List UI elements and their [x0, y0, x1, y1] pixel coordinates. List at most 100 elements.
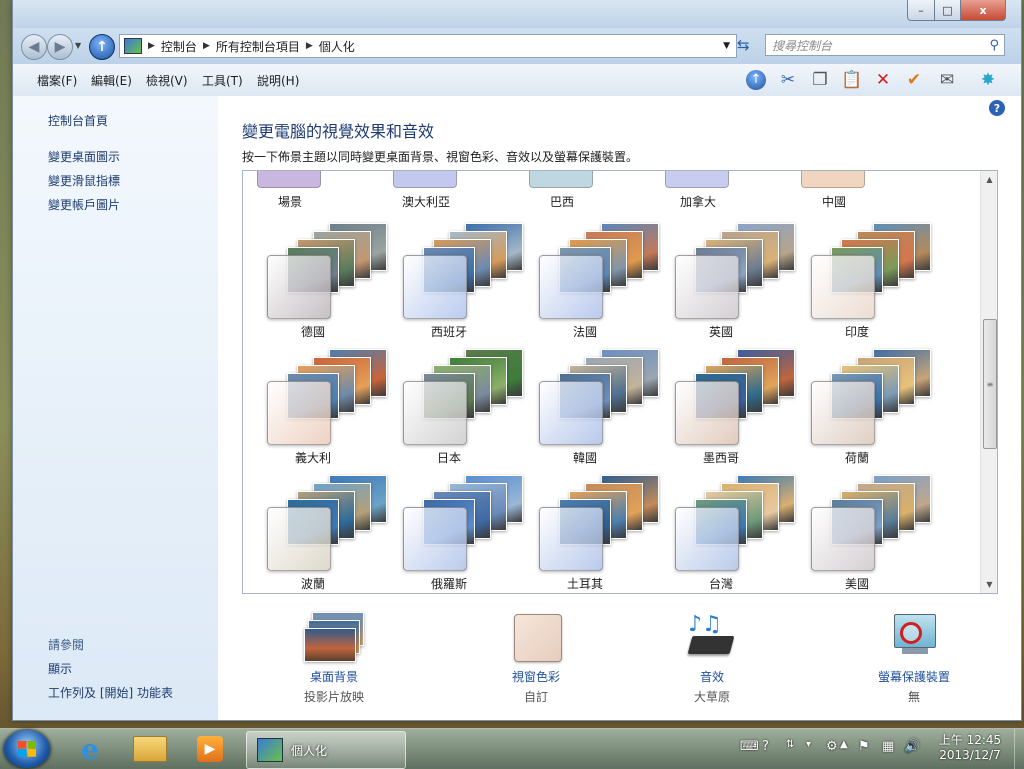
theme-item[interactable]: 中國: [799, 171, 919, 211]
vertical-scrollbar[interactable]: ▲ ≡ ▼: [980, 171, 997, 593]
paste-icon[interactable]: 📋: [839, 68, 865, 92]
taskbar-personalization-window[interactable]: 個人化: [246, 731, 406, 769]
theme-thumbnail[interactable]: [801, 171, 865, 188]
breadcrumb-all-items[interactable]: 所有控制台項目: [216, 38, 300, 55]
theme-thumbnail[interactable]: [811, 345, 931, 445]
theme-thumbnail[interactable]: [675, 345, 795, 445]
menu-tools[interactable]: 工具(T): [202, 72, 243, 89]
search-input[interactable]: 搜尋控制台 ⚲: [765, 34, 1005, 56]
refresh-icon[interactable]: ⇆: [737, 36, 750, 54]
theme-thumbnail[interactable]: [403, 345, 523, 445]
scroll-down-icon[interactable]: ▼: [981, 576, 997, 593]
forward-button[interactable]: ▶: [47, 34, 73, 60]
theme-item[interactable]: 德國: [255, 215, 387, 339]
search-icon[interactable]: ⚲: [989, 38, 999, 53]
theme-thumbnail[interactable]: [267, 219, 387, 319]
theme-item[interactable]: 韓國: [527, 341, 659, 465]
maximize-button[interactable]: □: [934, 0, 961, 21]
theme-item[interactable]: 西班牙: [391, 215, 523, 339]
theme-item[interactable]: 日本: [391, 341, 523, 465]
theme-thumbnail[interactable]: [403, 471, 523, 571]
setting-label[interactable]: 螢幕保護裝置: [834, 668, 994, 685]
link-taskbar-start-menu[interactable]: 工作列及 [開始] 功能表: [48, 684, 173, 701]
scrollbar-thumb[interactable]: ≡: [983, 319, 997, 449]
help-icon[interactable]: ?: [989, 100, 1005, 116]
file-explorer-icon[interactable]: [124, 731, 176, 767]
setting-label[interactable]: 音效: [632, 668, 792, 685]
theme-thumbnail[interactable]: [539, 219, 659, 319]
window-color-icon[interactable]: [506, 612, 566, 662]
theme-item[interactable]: 義大利: [255, 341, 387, 465]
breadcrumb-personalization[interactable]: 個人化: [319, 38, 355, 55]
theme-item[interactable]: 印度: [799, 215, 931, 339]
shell-icon[interactable]: ✸: [975, 68, 1001, 92]
menu-file[interactable]: 檔案(F): [37, 72, 77, 89]
theme-thumbnail[interactable]: [393, 171, 457, 188]
checkmark-icon[interactable]: ✔: [901, 68, 927, 92]
menu-help[interactable]: 說明(H): [257, 72, 299, 89]
network-icon[interactable]: ▦: [882, 739, 894, 754]
theme-item[interactable]: 法國: [527, 215, 659, 339]
up-arrow-icon[interactable]: ↑: [743, 68, 769, 92]
theme-item[interactable]: 波蘭: [255, 467, 387, 591]
language-icon[interactable]: ▾: [806, 739, 811, 750]
link-display[interactable]: 顯示: [48, 660, 72, 677]
address-dropdown-icon[interactable]: ▼: [723, 41, 730, 51]
desktop-background-icon[interactable]: [304, 612, 364, 662]
theme-thumbnail[interactable]: [267, 471, 387, 571]
link-control-panel-home[interactable]: 控制台首頁: [48, 112, 108, 129]
ime-arrows-icon[interactable]: ⇅: [786, 739, 794, 750]
theme-item[interactable]: 俄羅斯: [391, 467, 523, 591]
theme-thumbnail[interactable]: [529, 171, 593, 188]
link-change-account-picture[interactable]: 變更帳戶圖片: [48, 196, 120, 213]
theme-item[interactable]: 墨西哥: [663, 341, 795, 465]
network-settings-icon[interactable]: ⚙: [826, 739, 838, 754]
breadcrumb-separator-icon[interactable]: ▶: [306, 41, 313, 51]
show-hidden-icons-icon[interactable]: ▲: [840, 739, 848, 750]
theme-thumbnail[interactable]: [257, 171, 321, 188]
close-button[interactable]: x: [960, 0, 1006, 21]
up-level-button[interactable]: ↑: [89, 34, 115, 60]
theme-thumbnail[interactable]: [811, 471, 931, 571]
theme-thumbnail[interactable]: [665, 171, 729, 188]
setting-window-color[interactable]: 視窗色彩 自訂: [456, 612, 616, 712]
link-change-desktop-icons[interactable]: 變更桌面圖示: [48, 148, 120, 165]
breadcrumb-control-panel[interactable]: 控制台: [161, 38, 197, 55]
theme-item[interactable]: 澳大利亞: [391, 171, 511, 211]
theme-thumbnail[interactable]: [539, 471, 659, 571]
setting-sounds[interactable]: ♪♫ 音效 大草原: [632, 612, 792, 712]
volume-icon[interactable]: 🔊: [904, 739, 920, 754]
sounds-icon[interactable]: ♪♫: [682, 612, 742, 662]
address-bar[interactable]: ▶ 控制台 ▶ 所有控制台項目 ▶ 個人化 ▼: [119, 34, 737, 58]
show-desktop-button[interactable]: [1014, 729, 1024, 769]
title-bar[interactable]: – □ x: [13, 0, 1021, 28]
internet-explorer-icon[interactable]: e: [64, 731, 116, 767]
keyboard-icon[interactable]: ⌨: [740, 739, 759, 754]
setting-label[interactable]: 視窗色彩: [456, 668, 616, 685]
theme-item[interactable]: 英國: [663, 215, 795, 339]
theme-item[interactable]: 加拿大: [663, 171, 783, 211]
theme-thumbnail[interactable]: [675, 471, 795, 571]
setting-desktop-background[interactable]: 桌面背景 投影片放映: [254, 612, 414, 712]
action-center-flag-icon[interactable]: ⚑: [858, 739, 870, 754]
theme-item[interactable]: 巴西: [527, 171, 647, 211]
theme-item[interactable]: 場景: [255, 171, 375, 211]
media-player-icon[interactable]: ▶: [184, 731, 236, 767]
theme-thumbnail[interactable]: [675, 219, 795, 319]
setting-screensaver[interactable]: 螢幕保護裝置 無: [834, 612, 994, 712]
start-button[interactable]: [4, 730, 50, 768]
theme-thumbnail[interactable]: [267, 345, 387, 445]
delete-x-icon[interactable]: ✕: [870, 68, 896, 92]
scissors-icon[interactable]: ✂: [775, 68, 801, 92]
theme-item[interactable]: 台灣: [663, 467, 795, 591]
minimize-button[interactable]: –: [907, 0, 935, 21]
theme-thumbnail[interactable]: [539, 345, 659, 445]
theme-thumbnail[interactable]: [811, 219, 931, 319]
breadcrumb-separator-icon[interactable]: ▶: [203, 41, 210, 51]
link-change-mouse-pointers[interactable]: 變更滑鼠指標: [48, 172, 120, 189]
menu-edit[interactable]: 編輯(E): [91, 72, 132, 89]
screensaver-icon[interactable]: [884, 612, 944, 662]
help-tray-icon[interactable]: ?: [762, 739, 769, 754]
theme-thumbnail[interactable]: [403, 219, 523, 319]
theme-item[interactable]: 荷蘭: [799, 341, 931, 465]
